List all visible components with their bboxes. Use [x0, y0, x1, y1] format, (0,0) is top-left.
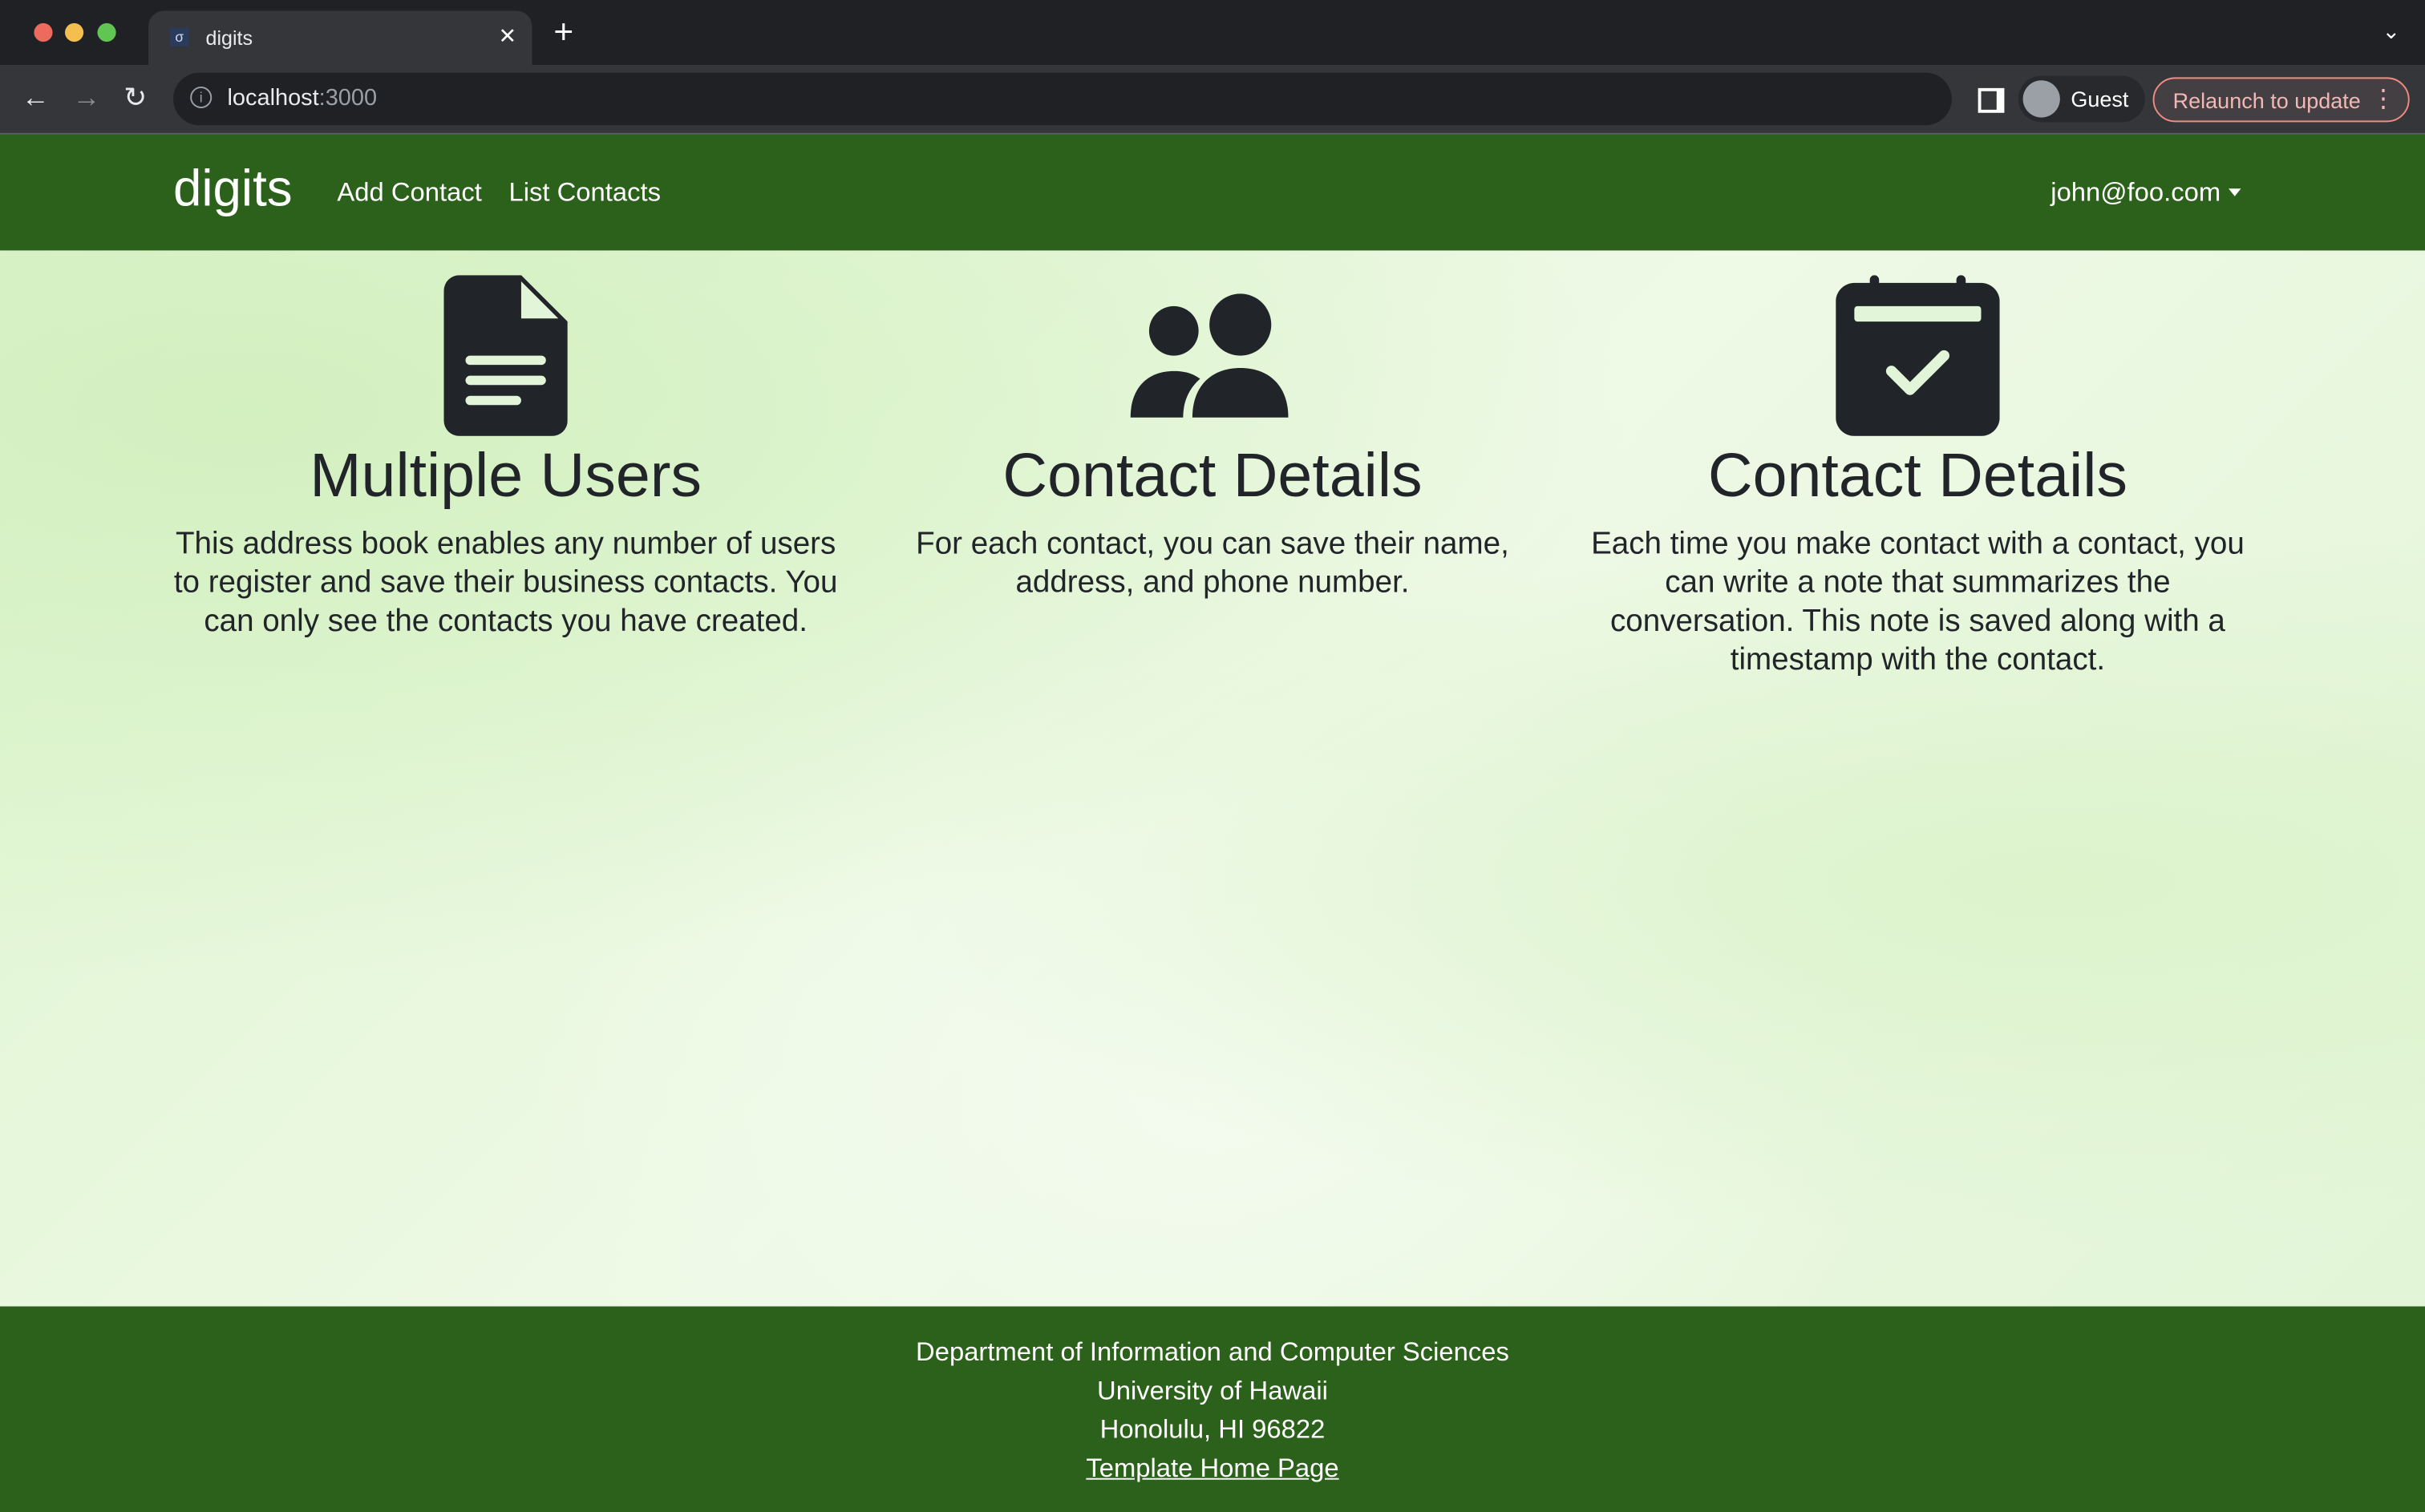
footer: Department of Information and Computer S… — [0, 1306, 2425, 1512]
caret-down-icon — [2228, 188, 2241, 196]
feature-multiple-users: Multiple Users This address book enables… — [173, 275, 838, 641]
template-home-link[interactable]: Template Home Page — [1086, 1453, 1338, 1483]
feature-title: Contact Details — [1707, 442, 2127, 511]
favicon-icon: σ — [170, 27, 189, 46]
new-tab-button[interactable]: + — [553, 14, 573, 49]
url-port: :3000 — [318, 85, 378, 111]
site-info-icon[interactable]: i — [190, 86, 213, 108]
maximize-window-button[interactable] — [97, 22, 116, 42]
profile-button[interactable]: Guest — [2018, 75, 2145, 123]
nav-list-contacts[interactable]: List Contacts — [508, 178, 661, 209]
feature-title: Contact Details — [1002, 442, 1423, 511]
nav-add-contact[interactable]: Add Contact — [337, 178, 481, 209]
user-email: john@foo.com — [2051, 177, 2221, 208]
feature-title: Multiple Users — [310, 442, 702, 511]
feature-text: This address book enables any number of … — [173, 527, 838, 639]
relaunch-label: Relaunch to update — [2172, 87, 2361, 113]
side-panel-icon[interactable] — [1978, 87, 2005, 113]
browser-tab[interactable]: σ digits ✕ — [148, 10, 532, 65]
forward-icon[interactable]: → — [73, 82, 101, 114]
user-dropdown[interactable]: john@foo.com — [2051, 178, 2241, 209]
footer-department: Department of Information and Computer S… — [916, 1337, 1509, 1367]
tab-search-chevron-icon[interactable]: ⌄ — [2382, 18, 2401, 45]
file-icon — [443, 275, 568, 436]
feature-contact-notes: Contact Details Each time you make conta… — [1585, 275, 2250, 680]
navbar: digits Add Contact List Contacts john@fo… — [0, 134, 2425, 251]
close-window-button[interactable] — [34, 22, 53, 42]
main-content: Multiple Users This address book enables… — [0, 250, 2425, 1307]
feature-contact-details: Contact Details For each contact, you ca… — [880, 275, 1544, 603]
more-icon[interactable]: ⋮ — [2370, 83, 2395, 115]
footer-university: University of Hawaii — [1097, 1376, 1328, 1406]
browser-toolbar: ← → ↻ i localhost:3000 Guest Relaunch to… — [0, 64, 2425, 135]
url-host: localhost — [227, 85, 319, 111]
relaunch-button[interactable]: Relaunch to update ⋮ — [2152, 77, 2410, 123]
users-icon — [1130, 293, 1289, 418]
url-text: localhost:3000 — [227, 85, 377, 111]
tab-title: digits — [205, 26, 253, 50]
footer-address: Honolulu, HI 96822 — [1099, 1414, 1326, 1445]
tab-bar: σ digits ✕ + ⌄ — [0, 0, 2425, 65]
profile-label: Guest — [2071, 86, 2129, 111]
reload-icon[interactable]: ↻ — [123, 82, 147, 114]
minimize-window-button[interactable] — [64, 22, 84, 42]
feature-text: For each contact, you can save their nam… — [916, 527, 1509, 600]
feature-text: Each time you make contact with a contac… — [1591, 527, 2245, 677]
back-icon[interactable]: ← — [22, 82, 50, 114]
calendar-check-icon — [1836, 275, 2000, 436]
close-tab-icon[interactable]: ✕ — [499, 23, 517, 50]
address-bar[interactable]: i localhost:3000 — [172, 72, 1952, 126]
avatar-icon — [2022, 80, 2060, 118]
brand-link[interactable]: digits — [173, 160, 293, 218]
